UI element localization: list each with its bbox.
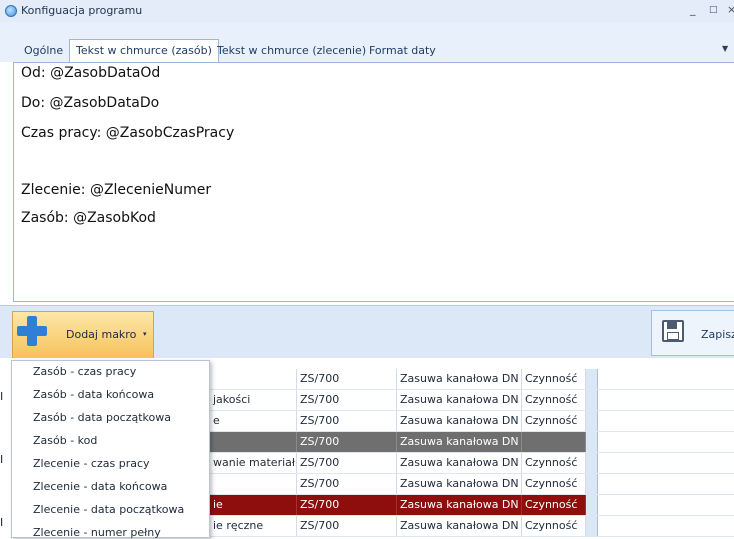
table-row-selected-dark[interactable]: ZS/700 Zasuwa kanałowa DN 7 <box>210 432 734 453</box>
table-cell: ZS/700 <box>297 411 397 431</box>
table-cell <box>522 432 586 452</box>
table-cell: Czynność <box>522 453 586 473</box>
tab-tekst-zlecenie[interactable]: Tekst w chmurce (zlecenie) <box>211 41 372 61</box>
table-cell: e <box>210 411 297 431</box>
table-cell <box>598 390 734 410</box>
table-row[interactable]: jakości ZS/700 Zasuwa kanałowa DN 7 Czyn… <box>210 390 734 411</box>
table-cell: Czynność <box>522 390 586 410</box>
table-cell <box>210 432 297 452</box>
table-cell: Czynność <box>522 474 586 494</box>
macro-menu-item[interactable]: Zlecenie - numer pełny <box>33 526 161 539</box>
add-macro-label: Dodaj makro <box>66 328 137 341</box>
grid-edge-fragment: I <box>0 390 4 403</box>
macro-menu-item[interactable]: Zasób - data końcowa <box>33 388 154 401</box>
row-separator <box>586 516 598 536</box>
table-cell <box>210 369 297 389</box>
table-cell: Zasuwa kanałowa DN 7 <box>397 453 522 473</box>
macro-menu-item[interactable]: Zlecenie - czas pracy <box>33 457 150 470</box>
table-row[interactable]: ZS/700 Zasuwa kanałowa DN 7 Czynność <box>210 474 734 495</box>
chevron-down-icon: ▾ <box>143 330 147 338</box>
table-cell: Czynność <box>522 369 586 389</box>
row-separator <box>586 474 598 494</box>
floppy-disk-icon <box>662 320 684 342</box>
tab-format-daty[interactable]: Format daty <box>363 41 442 61</box>
table-cell: ie ręczne <box>210 516 297 536</box>
row-separator <box>586 411 598 431</box>
grid-edge-fragment: I <box>0 516 4 529</box>
grid-edge-fragment: I <box>0 453 4 466</box>
table-cell: ZS/700 <box>297 390 397 410</box>
table-cell: wanie materiału <box>210 453 297 473</box>
table-cell: Zasuwa kanałowa DN 7 <box>397 390 522 410</box>
table-cell: Czynność <box>522 411 586 431</box>
table-cell: ZS/700 <box>297 369 397 389</box>
editor-line: Zlecenie: @ZlecenieNumer <box>21 182 212 198</box>
tab-ogolne[interactable]: Ogólne <box>18 41 69 61</box>
editor-line: Do: @ZasobDataDo <box>21 95 160 111</box>
table-cell: jakości <box>210 390 297 410</box>
table-cell <box>598 411 734 431</box>
table-cell: ZS/700 <box>297 495 397 515</box>
table-cell <box>598 495 734 515</box>
window-title: Konfiguacja programu <box>21 4 143 17</box>
row-separator <box>586 453 598 473</box>
minimize-button[interactable]: _ <box>690 3 696 16</box>
table-row[interactable]: wanie materiału ZS/700 Zasuwa kanałowa D… <box>210 453 734 474</box>
macro-menu-item[interactable]: Zlecenie - data końcowa <box>33 480 167 493</box>
table-cell <box>598 369 734 389</box>
table-row[interactable]: ie ręczne ZS/700 Zasuwa kanałowa DN 7 Cz… <box>210 516 734 537</box>
editor-line: Od: @ZasobDataOd <box>21 65 161 81</box>
table-cell: Zasuwa kanałowa DN 7 <box>397 495 522 515</box>
row-separator <box>586 369 598 389</box>
table-cell: ZS/700 <box>297 516 397 536</box>
editor-line: Czas pracy: @ZasobCzasPracy <box>21 125 235 141</box>
macro-menu-item[interactable]: Zlecenie - data początkowa <box>33 503 184 516</box>
chevron-down-icon[interactable]: ▼ <box>722 44 728 53</box>
table-cell: Zasuwa kanałowa DN 7 <box>397 411 522 431</box>
table-cell <box>210 474 297 494</box>
table-cell: Zasuwa kanałowa DN 7 <box>397 369 522 389</box>
table-row[interactable]: e ZS/700 Zasuwa kanałowa DN 7 Czynność <box>210 411 734 432</box>
table-cell: Zasuwa kanałowa DN 7 <box>397 474 522 494</box>
table-cell <box>598 516 734 536</box>
macro-menu-item[interactable]: Zasób - czas pracy <box>33 365 136 378</box>
tab-tekst-zasob[interactable]: Tekst w chmurce (zasób) <box>69 39 219 62</box>
table-cell: Czynność <box>522 495 586 515</box>
table-cell: Czynność <box>522 516 586 536</box>
macro-menu-item[interactable]: Zasób - data początkowa <box>33 411 171 424</box>
table-cell: ZS/700 <box>297 453 397 473</box>
table-row[interactable]: ZS/700 Zasuwa kanałowa DN 7 Czynność <box>210 369 734 390</box>
table-cell: ZS/700 <box>297 432 397 452</box>
row-separator <box>586 432 598 452</box>
editor-line: Zasób: @ZasobKod <box>21 210 156 226</box>
close-button[interactable]: × <box>727 3 734 16</box>
table-cell <box>598 474 734 494</box>
row-separator <box>586 390 598 410</box>
table-cell <box>598 453 734 473</box>
table-row-highlighted-red[interactable]: ie ZS/700 Zasuwa kanałowa DN 7 Czynność <box>210 495 734 516</box>
plus-icon <box>17 316 47 346</box>
table-cell: ZS/700 <box>297 474 397 494</box>
table-cell: Zasuwa kanałowa DN 7 <box>397 432 522 452</box>
row-separator <box>586 495 598 515</box>
table-cell: ie <box>210 495 297 515</box>
save-label: Zapisz <box>701 328 734 341</box>
maximize-button[interactable]: □ <box>709 5 718 15</box>
table-cell: Zasuwa kanałowa DN 7 <box>397 516 522 536</box>
app-gear-icon <box>5 5 17 17</box>
table-cell <box>598 432 734 452</box>
macro-menu-item[interactable]: Zasób - kod <box>33 434 97 447</box>
